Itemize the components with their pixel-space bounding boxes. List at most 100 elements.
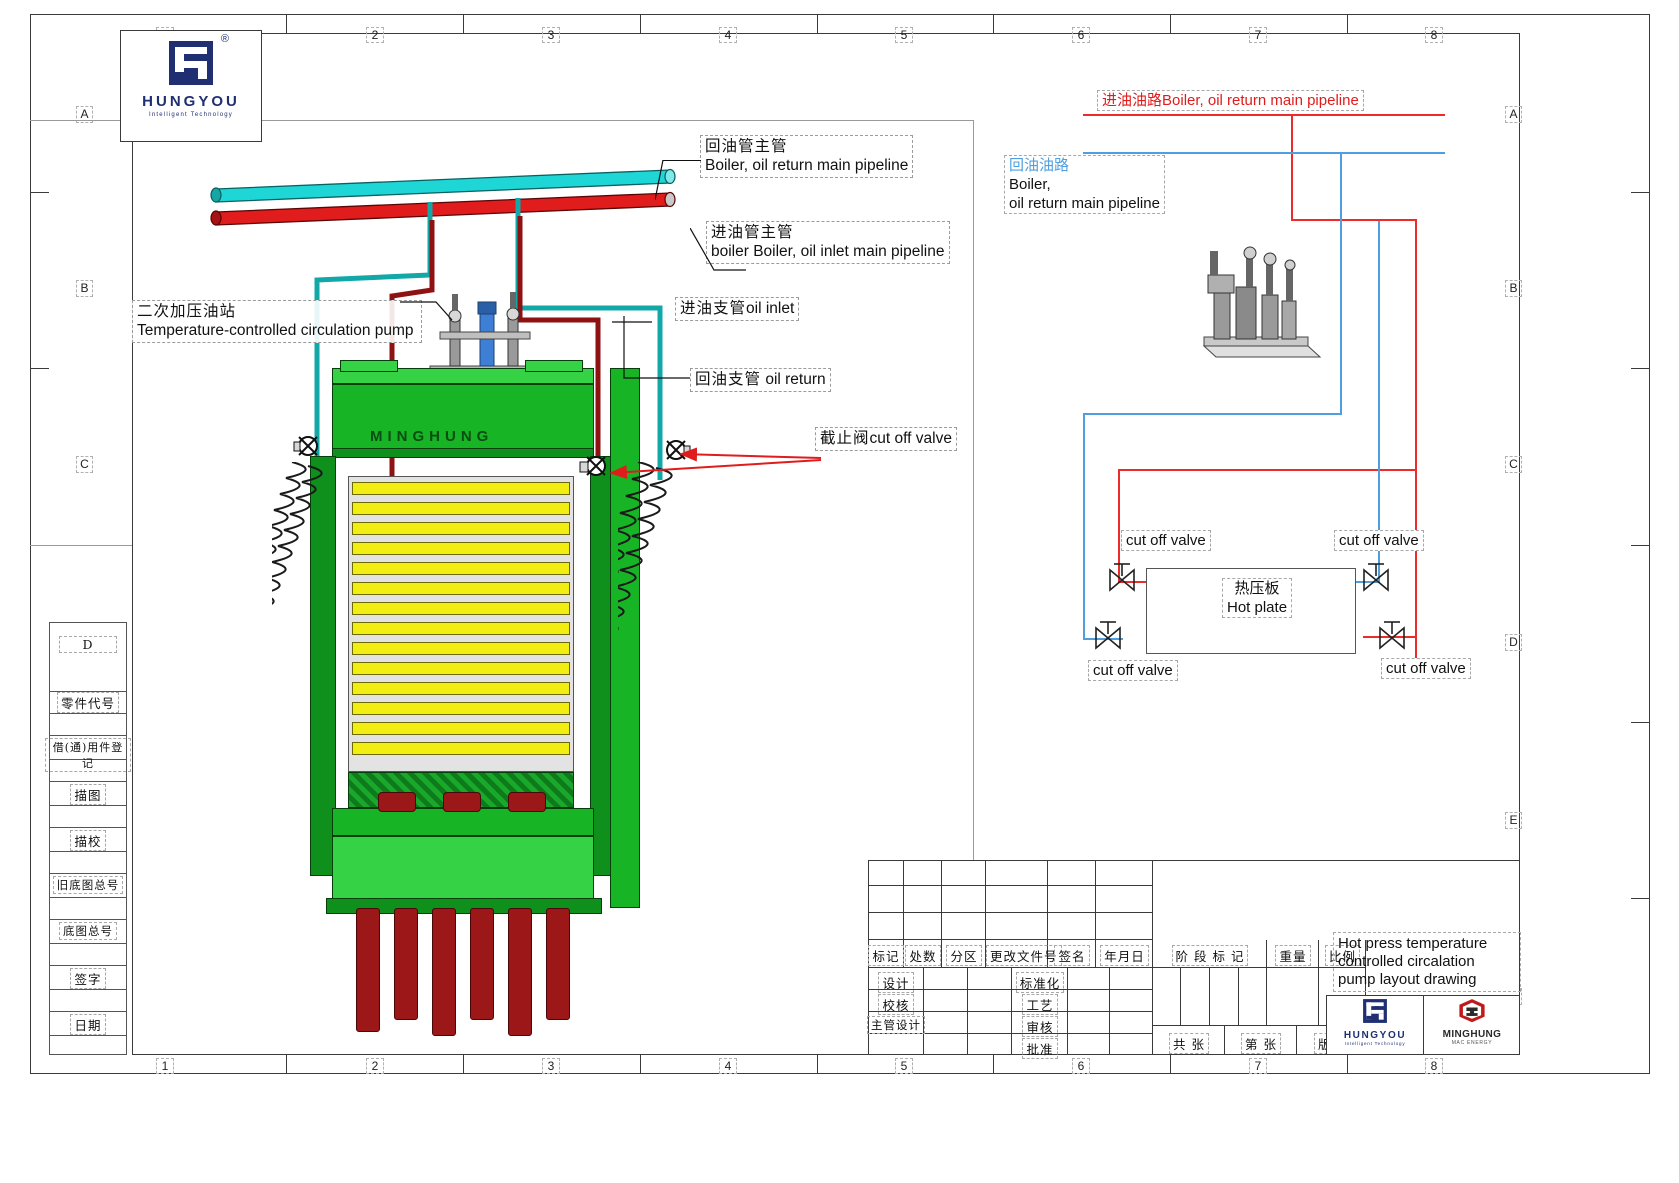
schematic-return-line-en1: Boiler,	[1009, 176, 1051, 193]
footer-minghung-tagline: MAC ENERGY	[1451, 1040, 1493, 1046]
zone-letter-left-b: B	[76, 280, 93, 297]
machine-brand-label: MINGHUNG	[370, 428, 494, 445]
side-zone-d-cell	[50, 623, 126, 691]
revision-header-zone: 分区	[942, 945, 986, 966]
press-head-block	[332, 384, 594, 456]
hungyou-tagline: Intelligent Technology	[149, 112, 233, 118]
hot-platen	[352, 602, 570, 615]
side-zone-d-label: D	[49, 636, 127, 653]
zone-number-top-5: 5	[895, 27, 913, 43]
callout-oil-return-branch-cn: 回油支管	[695, 370, 762, 388]
hydraulic-cylinder	[546, 908, 570, 1020]
leader-elbow	[400, 301, 453, 321]
hungyou-brand-name: HUNGYOU	[142, 93, 240, 110]
role-cell	[924, 968, 968, 990]
revision-cell	[1096, 913, 1153, 940]
frame-tick	[463, 1055, 464, 1074]
hot-platen	[352, 702, 570, 715]
role-label-check: 校核	[868, 994, 924, 1015]
zone-number-bottom-4: 4	[719, 1058, 737, 1074]
press-base-block	[332, 808, 594, 836]
zone-number-bottom-2: 2	[366, 1058, 384, 1074]
hungyou-monogram-icon-footer	[1363, 999, 1387, 1023]
footer-minghung-brand: MINGHUNG	[1442, 1029, 1502, 1040]
role-label-approve: 批准	[1012, 1038, 1068, 1059]
hydraulic-cylinder	[356, 908, 380, 1032]
press-top-cap-right	[525, 360, 583, 372]
frame-tick	[1631, 722, 1650, 723]
revision-cell	[1048, 860, 1096, 886]
revision-header-mark: 标记	[868, 945, 904, 966]
role-cell	[1068, 968, 1110, 990]
side-label-borrow-registration: 借(通)用件登记	[45, 738, 131, 772]
leader-elbow	[690, 228, 746, 271]
revision-cell	[904, 860, 942, 886]
title-logo-box: ® HUNGYOU Intelligent Technology	[120, 30, 262, 142]
frame-tick	[1347, 1055, 1348, 1074]
zone-number-top-2: 2	[366, 27, 384, 43]
revision-cell	[942, 886, 986, 913]
hot-platen	[352, 742, 570, 755]
zone-number-bottom-3: 3	[542, 1058, 560, 1074]
hydraulic-cylinder	[470, 908, 494, 1020]
side-label-date: 日期	[49, 1014, 127, 1035]
role-label-standardization: 标准化	[1012, 972, 1068, 993]
hot-platen	[352, 502, 570, 515]
zone-number-top-3: 3	[542, 27, 560, 43]
frame-tick	[1631, 898, 1650, 899]
zone-letter-right-a: A	[1505, 106, 1522, 123]
frame-tick	[1631, 545, 1650, 546]
callout-circulation-pump-cn: 二次加压油站	[137, 302, 237, 320]
hot-platen	[352, 722, 570, 735]
role-label-review: 审核	[1012, 1016, 1068, 1037]
schematic-inlet-right-branch	[1291, 219, 1417, 221]
callout-circulation-pump: 二次加压油站 Temperature-controlled circulatio…	[132, 300, 422, 343]
revision-cell	[1048, 886, 1096, 913]
hydraulic-cylinder	[508, 908, 532, 1036]
zone-letter-right-c: C	[1505, 456, 1522, 473]
footer-minghung-cell: MINGHUNG MAC ENERGY	[1424, 995, 1520, 1054]
cylinder-cap	[443, 792, 481, 812]
schematic-return-left-drop	[1083, 413, 1085, 640]
leader-elbow	[623, 316, 690, 379]
role-cell	[968, 1034, 1012, 1055]
revision-header-count: 处数	[904, 945, 942, 966]
callout-cut-off-valve: 截止阀cut off valve	[815, 427, 957, 451]
revision-cell	[1096, 886, 1153, 913]
stage-value-cell	[1181, 968, 1210, 1026]
schematic-valve-label-2: cut off valve	[1334, 530, 1424, 551]
callout-oil-return-main-cn: 回油管主管	[705, 137, 788, 155]
schematic-valve-label-4: cut off valve	[1381, 658, 1471, 679]
construction-line-h	[30, 545, 132, 546]
revision-cell	[942, 913, 986, 940]
role-cell	[968, 990, 1012, 1012]
side-label-tracing-check: 描校	[49, 830, 127, 851]
role-cell	[968, 968, 1012, 990]
frame-tick	[640, 1055, 641, 1074]
weight-header-label: 重量	[1267, 945, 1319, 966]
schematic-return-right-drop	[1378, 221, 1380, 581]
revision-cell	[986, 886, 1048, 913]
hot-platen	[352, 542, 570, 555]
hungyou-monogram-icon	[169, 41, 213, 85]
hose-bundle-left	[272, 462, 323, 605]
revision-cell	[986, 860, 1048, 886]
platen-stack	[352, 480, 570, 768]
revision-cell	[1048, 913, 1096, 940]
side-label-tracing: 描图	[49, 784, 127, 805]
zone-number-top-8: 8	[1425, 27, 1443, 43]
hot-platen	[352, 622, 570, 635]
revision-cell	[868, 913, 904, 940]
role-label-process: 工艺	[1012, 994, 1068, 1015]
callout-cut-off-valve-cn: 截止阀	[820, 429, 870, 447]
revision-header-doc-no: 更改文件号	[986, 945, 1062, 966]
schematic-hot-plate-cn: 热压板	[1234, 580, 1280, 597]
schematic-inlet-right-drop	[1415, 219, 1417, 679]
frame-tick	[463, 14, 464, 33]
callout-oil-return-main-en: Boiler, oil return main pipeline	[705, 157, 909, 174]
role-cell	[1068, 1012, 1110, 1034]
schematic-hot-plate-label: 热压板 Hot plate	[1222, 578, 1293, 618]
revision-cell	[942, 860, 986, 886]
cad-drawing-sheet: 1 2 3 4 5 6 7 8 1 2 3 4 5 6 7 8 A B C A …	[0, 0, 1679, 1183]
minghung-emblem-icon	[1459, 999, 1485, 1023]
